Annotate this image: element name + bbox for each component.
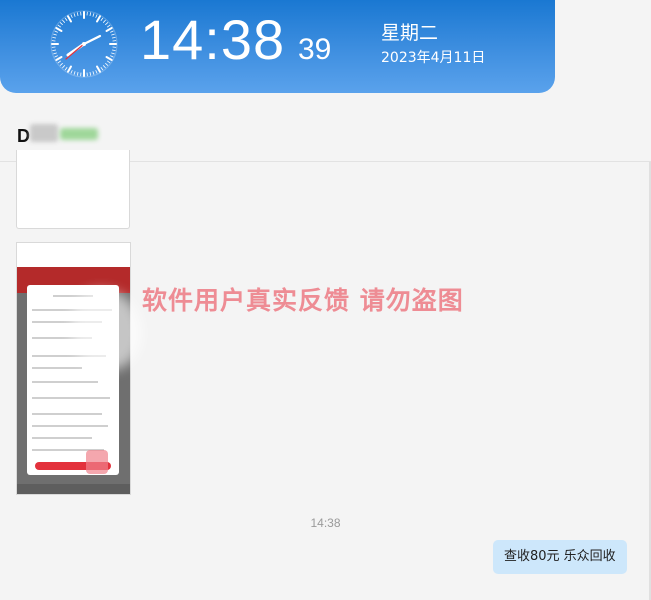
image-message[interactable]	[16, 150, 130, 229]
clock-minute-tick	[62, 65, 65, 69]
clock-minute-tick	[54, 30, 58, 33]
clock-minute-tick	[54, 55, 58, 58]
clock-hour-tick	[55, 56, 63, 61]
clock-minute-tick	[95, 14, 98, 18]
image-content	[22, 150, 124, 206]
clock-minute-tick	[76, 12, 79, 17]
clock-minute-tick	[111, 49, 116, 52]
clock-banner: 14:38 39 星期二 2023年4月11日	[0, 0, 555, 93]
clock-minute-tick	[105, 22, 109, 25]
clock-minute-tick	[110, 30, 114, 33]
clock-time: 14:38	[140, 8, 286, 71]
clock-minute-tick	[57, 60, 61, 64]
message-timestamp: 14:38	[310, 516, 341, 530]
clock-minute-tick	[70, 14, 73, 18]
clock-minute-tick	[57, 24, 61, 28]
clock-minute-tick	[64, 67, 68, 71]
outgoing-message-bubble[interactable]: 查收80元 乐众回收	[493, 540, 627, 574]
clock-minute-tick	[73, 13, 76, 17]
clock-minute-tick	[64, 17, 68, 21]
clock-hour-tick	[96, 15, 101, 23]
clock-minute-tick	[95, 70, 98, 74]
clock-minute-tick	[59, 63, 63, 66]
clock-minute-tick	[92, 71, 95, 75]
clock-minute-tick	[111, 36, 116, 39]
clock-minute-tick	[103, 65, 106, 69]
clock-minute-tick	[111, 33, 115, 36]
redaction-smudge	[72, 290, 142, 370]
clock-minute-tick	[100, 17, 104, 21]
watermark-text: 软件用户真实反馈 请勿盗图	[142, 286, 464, 315]
clock-minute-tick	[103, 19, 106, 23]
clock-hour-tick	[105, 56, 113, 61]
clock-minute-tick	[105, 63, 109, 66]
redaction-stroke	[86, 450, 108, 474]
clock-minute-tick	[76, 71, 79, 76]
clock-minute-tick	[111, 52, 115, 55]
clock-date: 2023年4月11日	[381, 50, 486, 66]
clock-minute-tick	[89, 71, 92, 76]
clock-minute-tick	[89, 12, 92, 17]
clock-minute-tick	[107, 60, 111, 64]
clock-hour-tick	[96, 65, 101, 73]
phone-status-bar	[17, 243, 130, 267]
clock-minute-tick	[92, 13, 95, 17]
clock-minute-tick	[59, 22, 63, 25]
clock-minute-tick	[52, 49, 57, 52]
clock-minute-tick	[62, 19, 65, 23]
clock-minute-tick	[53, 52, 57, 55]
clock-minute-tick	[107, 24, 111, 28]
clock-minute-tick	[52, 36, 57, 39]
analog-clock-icon	[50, 10, 118, 78]
clock-minute-tick	[110, 55, 114, 58]
contact-name-redacted	[30, 124, 58, 142]
clock-minute-tick	[53, 33, 57, 36]
clock-weekday: 星期二	[381, 22, 439, 44]
clock-hour-tick	[67, 65, 72, 73]
contact-name[interactable]: D	[17, 126, 30, 147]
clock-minute-tick	[73, 71, 76, 75]
clock-hour-tick	[67, 15, 72, 23]
clock-hour-tick	[55, 27, 63, 32]
clock-hour-tick	[105, 27, 113, 32]
clock-minute-tick	[100, 67, 104, 71]
clock-seconds: 39	[298, 33, 332, 66]
clock-minute-tick	[70, 70, 73, 74]
contact-source-redacted	[60, 128, 98, 140]
phone-footer	[17, 484, 130, 494]
